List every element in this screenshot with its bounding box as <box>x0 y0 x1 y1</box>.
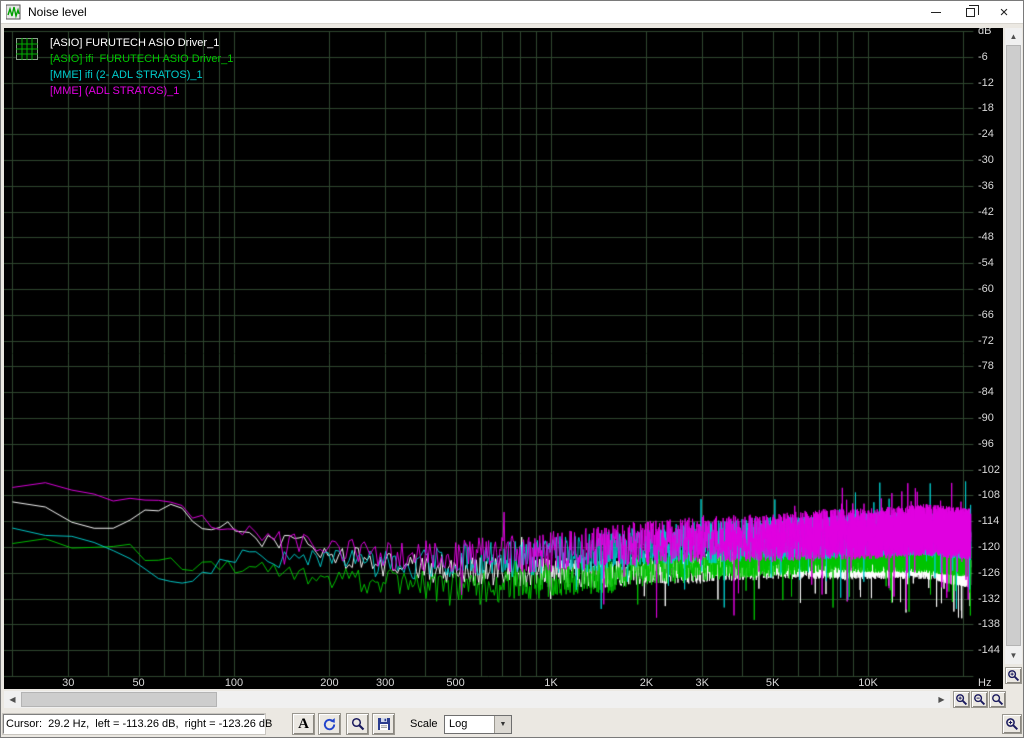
x-axis-unit-label: Hz <box>978 677 992 689</box>
scroll-up-button[interactable]: ▲ <box>1005 28 1022 45</box>
y-axis-tick: -78 <box>978 360 994 373</box>
magnifier-plus-icon <box>956 694 968 706</box>
chevron-down-icon: ▼ <box>499 721 507 728</box>
scale-label: Scale <box>410 718 438 730</box>
zoom-x-out-button[interactable] <box>971 691 988 708</box>
scroll-down-icon: ▼ <box>1009 651 1018 660</box>
y-axis-tick: -48 <box>978 231 994 244</box>
x-axis-tick: 3K <box>695 677 709 689</box>
refresh-icon <box>323 717 336 730</box>
zoom-x-in-button[interactable] <box>953 691 970 708</box>
y-axis-tick: -24 <box>978 128 994 141</box>
x-axis-tick: 100 <box>224 677 244 689</box>
y-axis-tick: -144 <box>978 644 1001 657</box>
y-axis-tick: -12 <box>978 76 994 89</box>
zoom-x-reset-button[interactable] <box>989 691 1006 708</box>
scale-dropdown-value: Log <box>449 718 468 730</box>
minimize-icon <box>931 11 941 13</box>
scroll-right-button[interactable]: ▶ <box>933 691 950 708</box>
zoom-y-button[interactable] <box>1005 667 1022 684</box>
x-axis-tick: 1K <box>544 677 558 689</box>
y-axis-tick: -72 <box>978 334 994 347</box>
y-axis-tick: -96 <box>978 437 994 450</box>
x-axis-tick: 500 <box>446 677 465 689</box>
x-axis-tick: 2K <box>639 677 654 689</box>
y-axis-tick: -36 <box>978 179 994 192</box>
y-axis-tick: -54 <box>978 257 994 270</box>
save-button[interactable] <box>372 713 395 735</box>
refresh-button[interactable] <box>318 713 341 735</box>
y-axis-tick: -90 <box>978 412 994 424</box>
scale-dropdown[interactable]: Log ▼ <box>444 715 512 734</box>
font-button-label: A <box>298 715 309 732</box>
y-axis-tick: -84 <box>978 386 994 399</box>
close-icon: × <box>999 3 1009 21</box>
restore-button[interactable] <box>953 1 987 23</box>
minimize-button[interactable] <box>919 1 953 23</box>
y-axis-tick: -66 <box>978 308 994 321</box>
y-axis-tick: dB <box>978 28 992 37</box>
app-window: Noise level × [ASIO] FURUTECH ASIO Drive… <box>0 0 1024 738</box>
scroll-left-icon: ◀ <box>9 695 16 704</box>
magnifier-minus-icon <box>974 694 986 706</box>
x-axis-tick: 5K <box>765 677 780 689</box>
title-bar: Noise level × <box>1 1 1023 24</box>
x-axis-tick: 10K <box>858 677 878 689</box>
y-axis-tick: -138 <box>978 618 1001 631</box>
x-axis-tick: 300 <box>376 677 395 689</box>
magnifier-icon <box>992 694 1004 706</box>
y-axis-tick: -6 <box>978 50 988 63</box>
vertical-scrollbar[interactable]: ▲ ▼ <box>1005 28 1022 664</box>
y-axis-tick: -108 <box>978 489 1001 502</box>
font-button[interactable]: A <box>292 713 315 735</box>
y-axis-tick: -114 <box>978 515 1000 528</box>
status-bar: Cursor: 29.2 Hz, left = -113.26 dB, righ… <box>2 713 272 735</box>
app-icon <box>6 4 21 20</box>
dropdown-button[interactable]: ▼ <box>494 716 511 733</box>
scroll-up-icon: ▲ <box>1009 32 1018 41</box>
magnifier-plus-icon <box>1006 718 1019 731</box>
x-axis-tick: 200 <box>320 677 339 689</box>
legend-item: [ASIO] FURUTECH ASIO Driver_1 <box>50 37 220 49</box>
horizontal-scrollbar-thumb[interactable] <box>21 692 217 707</box>
magnifier-plus-icon <box>1008 670 1020 682</box>
close-button[interactable]: × <box>987 1 1021 23</box>
window-title: Noise level <box>28 5 87 19</box>
y-axis-tick: -120 <box>978 541 1001 553</box>
scroll-down-button[interactable]: ▼ <box>1005 647 1022 664</box>
y-axis-tick: -132 <box>978 592 1001 605</box>
x-axis-tick: 30 <box>62 677 75 689</box>
y-axis-tick: -18 <box>978 102 994 115</box>
x-axis-tick: 50 <box>132 677 145 689</box>
scroll-left-button[interactable]: ◀ <box>4 691 21 708</box>
zoom-fit-button[interactable] <box>1002 714 1022 734</box>
noise-plot-canvas[interactable] <box>4 28 1003 689</box>
y-axis-tick: -102 <box>978 463 1001 476</box>
vertical-scrollbar-thumb[interactable] <box>1006 45 1021 646</box>
cursor-readout: Cursor: 29.2 Hz, left = -113.26 dB, righ… <box>6 718 273 730</box>
magnifier-icon <box>351 717 364 731</box>
y-axis-tick: -42 <box>978 205 994 218</box>
legend-item: [MME] (ADL STRATOS)_1 <box>50 85 180 97</box>
y-axis-tick: -60 <box>978 283 994 295</box>
save-icon <box>377 718 390 730</box>
legend-item: [MME] ifi (2- ADL STRATOS)_1 <box>50 69 203 81</box>
grid-icon[interactable] <box>16 38 38 60</box>
legend-item: [ASIO] ifi FURUTECH ASIO Driver_1 <box>50 53 234 65</box>
zoom-tool-button[interactable] <box>346 713 369 735</box>
legend: [ASIO] FURUTECH ASIO Driver_1 [ASIO] ifi … <box>50 35 233 99</box>
restore-icon <box>965 4 979 17</box>
plot-area: [ASIO] FURUTECH ASIO Driver_1 [ASIO] ifi … <box>4 28 1003 689</box>
y-axis-tick: -30 <box>978 154 994 166</box>
y-axis-tick: -126 <box>978 566 1001 579</box>
horizontal-scrollbar[interactable]: ◀ ▶ <box>4 691 950 708</box>
scroll-right-icon: ▶ <box>938 695 945 704</box>
